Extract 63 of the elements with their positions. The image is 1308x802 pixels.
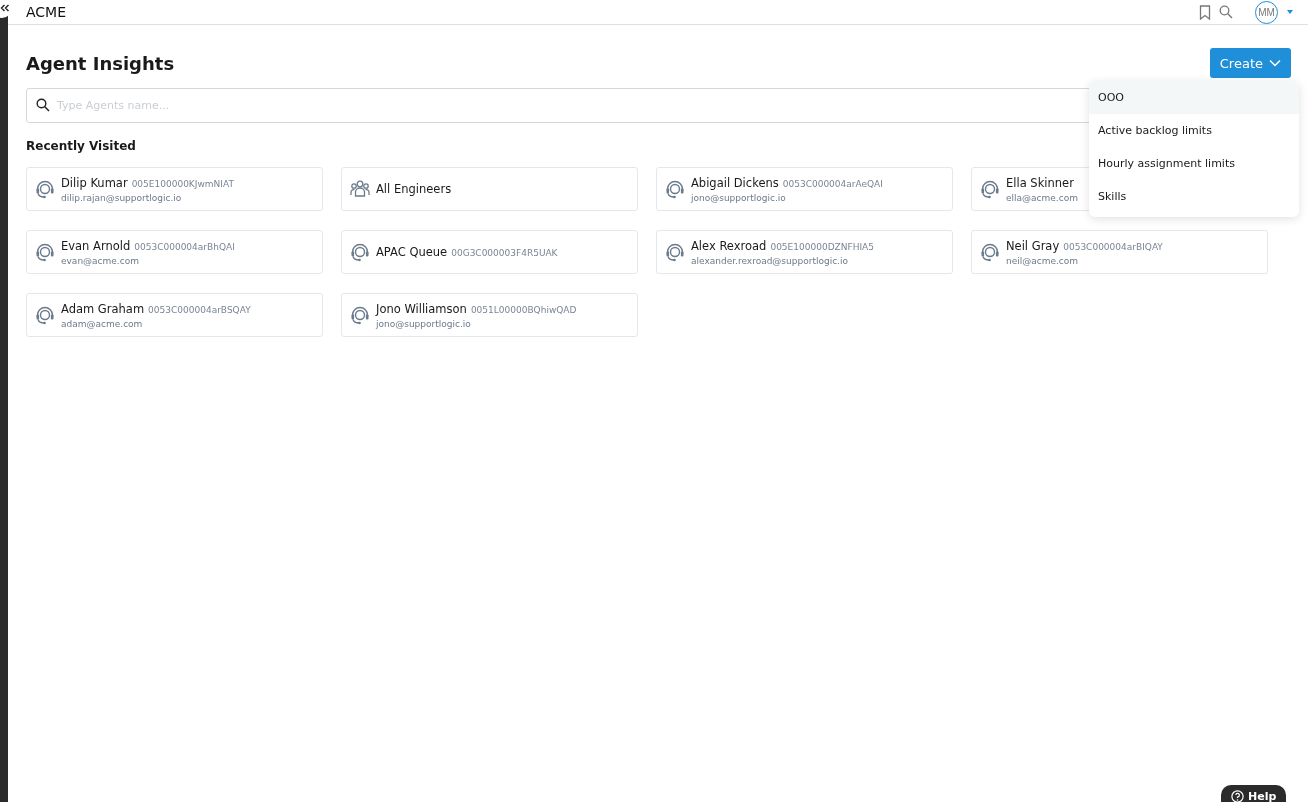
page-title: Agent Insights	[26, 52, 175, 74]
menu-item[interactable]: Skills	[1089, 180, 1299, 213]
headset-icon	[350, 242, 370, 262]
agent-id: 005E100000KJwmNIAT	[131, 178, 234, 189]
agent-card[interactable]: Evan Arnold 0053C000004arBhQAI evan@acme.com	[26, 230, 323, 274]
create-button[interactable]: Create	[1209, 48, 1291, 78]
caret-icon[interactable]	[1286, 9, 1294, 15]
section-title: Recently Visited	[26, 139, 137, 153]
agent-id: 00G3C000003F4R5UAK	[451, 248, 558, 258]
agent-name: Alex Rexroad	[691, 238, 767, 253]
agent-id: 0053C000004arAeQAI	[782, 178, 883, 189]
agent-id: 0053C000004arBSQAY	[148, 304, 251, 315]
agent-email: jono@supportlogic.io	[376, 318, 472, 329]
agent-card[interactable]: All Engineers	[341, 167, 638, 211]
agent-name: Neil Gray	[1006, 238, 1060, 253]
headset-icon	[665, 179, 685, 199]
agent-id: 0053C000004arBhQAI	[134, 241, 235, 252]
agent-id: 0053C000004arBIQAY	[1063, 241, 1163, 252]
brand-name: ACME	[26, 4, 67, 20]
agent-name: Jono Williamson	[376, 301, 467, 316]
help-icon	[1231, 790, 1244, 802]
agent-email: alexander.rexroad@supportlogic.io	[691, 255, 849, 266]
search-icon	[1219, 5, 1233, 19]
agent-card[interactable]: Dilip Kumar 005E100000KJwmNIAT dilip.rajan@supportlogic.io	[26, 167, 323, 211]
headset-icon	[980, 179, 1000, 199]
agent-email: dilip.rajan@supportlogic.io	[61, 192, 183, 203]
agent-card[interactable]: Neil Gray 0053C000004arBIQAY neil@acme.com	[971, 230, 1268, 274]
search-button[interactable]	[1219, 5, 1233, 19]
agent-email: evan@acme.com	[61, 255, 140, 266]
user-avatar[interactable]: MM	[1255, 0, 1278, 24]
headset-icon	[35, 305, 55, 325]
agent-card[interactable]: Abigail Dickens 0053C000004arAeQAI jono@supportlogic.io	[656, 167, 953, 211]
agent-email: adam@acme.com	[61, 318, 144, 329]
agent-name: APAC Queue	[376, 245, 448, 259]
agent-name: All Engineers	[376, 182, 452, 196]
agent-email: neil@acme.com	[1006, 255, 1080, 266]
agent-name: Evan Arnold	[61, 238, 131, 253]
headset-icon	[35, 242, 55, 262]
menu-item[interactable]: Hourly assignment limits	[1089, 147, 1299, 180]
menu-item[interactable]: Active backlog limits	[1089, 114, 1299, 147]
agent-name: Adam Graham	[61, 301, 145, 316]
agent-email: ella@acme.com	[1006, 192, 1078, 203]
chevron-down-icon	[1269, 59, 1281, 67]
agent-name: Dilip Kumar	[61, 175, 128, 190]
agent-name: Abigail Dickens	[691, 175, 779, 190]
double-chevron-icon	[0, 4, 10, 12]
headset-icon	[665, 242, 685, 262]
agent-card[interactable]: Adam Graham 0053C000004arBSQAY adam@acme.com	[26, 293, 323, 337]
agent-card[interactable]: APAC Queue 00G3C000003F4R5UAK	[341, 230, 638, 274]
agent-card[interactable]: Alex Rexroad 005E100000DZNFHIA5 alexander.rexroad@supportlogic.io	[656, 230, 953, 274]
menu-item[interactable]: OOO	[1089, 81, 1299, 114]
bookmark-icon	[1199, 4, 1211, 20]
agent-id: 005E100000DZNFHIA5	[770, 241, 874, 252]
headset-icon	[350, 305, 370, 325]
people-icon	[350, 180, 370, 198]
headset-icon	[35, 179, 55, 199]
headset-icon	[980, 242, 1000, 262]
bookmark-button[interactable]	[1199, 4, 1211, 20]
agent-id: 0051L00000BQhiwQAD	[470, 304, 577, 315]
agent-email: jono@supportlogic.io	[691, 192, 787, 203]
agent-name: Ella Skinner	[1006, 175, 1074, 190]
agent-card[interactable]: Jono Williamson 0051L00000BQhiwQAD jono@supportlogic.io	[341, 293, 638, 337]
help-button[interactable]: Help	[1221, 785, 1287, 802]
